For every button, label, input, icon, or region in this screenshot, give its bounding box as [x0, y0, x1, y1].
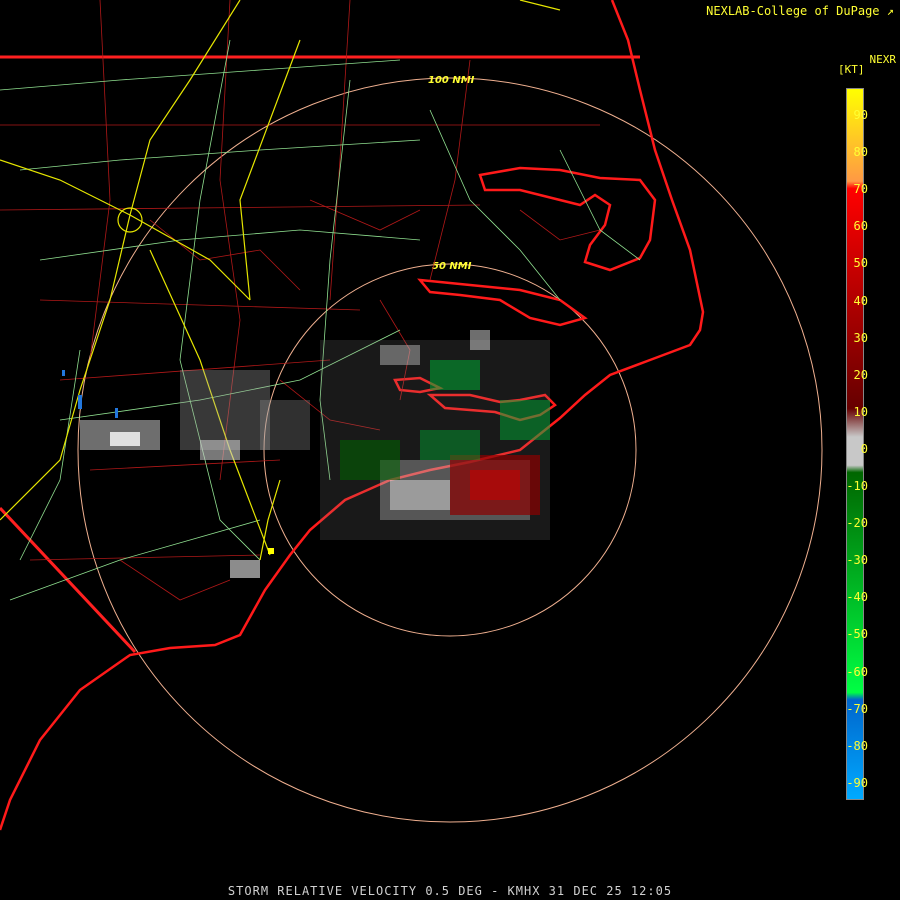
legend-tick: 10 [853, 404, 868, 419]
legend-tick: 40 [853, 293, 868, 308]
product-label: NEXR [869, 53, 897, 66]
legend-tick: -90 [846, 775, 868, 790]
legend-tick: -30 [846, 553, 868, 568]
legend-tick: 20 [853, 367, 868, 382]
ring-label-50: 50 NMI [432, 261, 472, 272]
legend-tick: -80 [846, 738, 868, 753]
legend-tick: -20 [846, 516, 868, 531]
legend-tick: -40 [846, 590, 868, 605]
legend-tick: 0 [860, 441, 868, 456]
credit-text: NEXLAB-College of DuPage ↗ [706, 4, 894, 18]
legend-tick: 80 [853, 145, 868, 160]
radar-echoes [62, 330, 550, 578]
legend-tick: 70 [853, 182, 868, 197]
legend-tick: -50 [846, 627, 868, 642]
legend-tick: -70 [846, 701, 868, 716]
legend-tick: 60 [853, 219, 868, 234]
legend-tick: -60 [846, 664, 868, 679]
legend-tick: 90 [853, 108, 868, 122]
legend-tick: -10 [846, 479, 868, 493]
product-caption: STORM RELATIVE VELOCITY 0.5 DEG - KMHX 3… [227, 884, 673, 898]
legend-tick: 50 [853, 256, 868, 271]
radar-map: 100 NMI 50 NMI [0, 0, 823, 831]
external-link-icon[interactable]: ↗ [887, 4, 894, 18]
legend-units: [KT] [838, 63, 865, 76]
legend-tick: 30 [853, 330, 868, 345]
